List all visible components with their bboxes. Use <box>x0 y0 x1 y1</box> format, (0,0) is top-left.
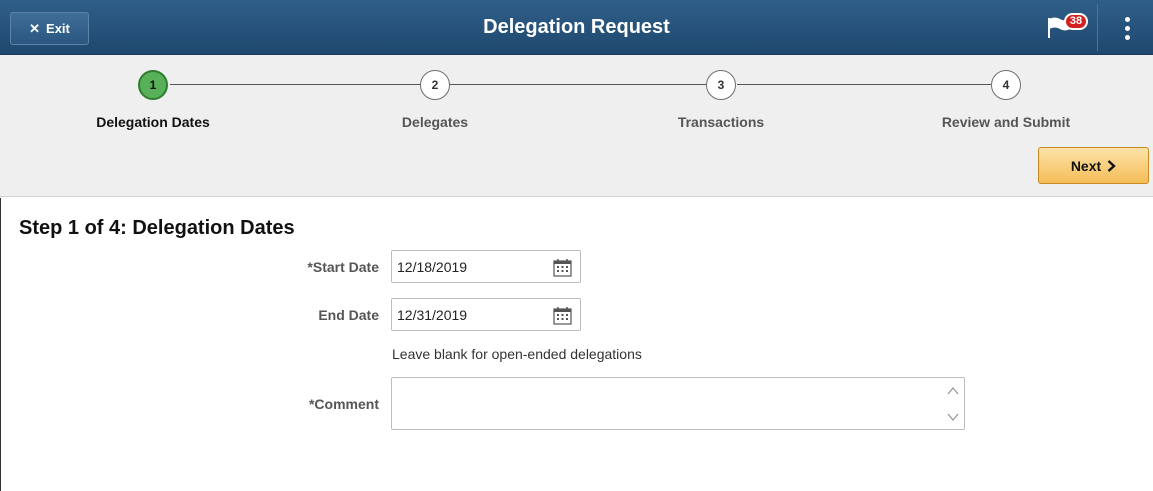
page-header: ✕ Exit Delegation Request 38 <box>0 0 1153 55</box>
step-delegates[interactable]: 2 Delegates <box>335 70 535 130</box>
close-icon: ✕ <box>29 20 41 36</box>
end-date-hint: Leave blank for open-ended delegations <box>392 346 642 362</box>
next-button[interactable]: Next <box>1038 147 1149 184</box>
next-label: Next <box>1070 157 1102 174</box>
scroll-arrows-icon[interactable] <box>946 384 960 424</box>
step-number: 4 <box>991 70 1021 100</box>
calendar-icon[interactable] <box>553 258 572 277</box>
content-edge <box>0 198 1 491</box>
end-date-label: End Date <box>318 307 379 323</box>
step-label: Review and Submit <box>941 114 1071 130</box>
step-label: Delegates <box>401 114 469 130</box>
start-date-input[interactable] <box>392 251 542 282</box>
step-number: 2 <box>420 70 450 100</box>
step-number: 3 <box>706 70 736 100</box>
more-vertical-icon[interactable] <box>1112 12 1142 44</box>
end-date-input[interactable] <box>392 299 542 330</box>
header-divider <box>1097 4 1098 51</box>
exit-label: Exit <box>46 21 70 36</box>
exit-button[interactable]: ✕ Exit <box>10 12 89 45</box>
notifications-button[interactable]: 38 <box>1046 13 1090 45</box>
comment-input[interactable] <box>392 378 942 429</box>
step-transactions[interactable]: 3 Transactions <box>621 70 821 130</box>
step-label: Delegation Dates <box>96 114 210 130</box>
calendar-icon[interactable] <box>553 306 572 325</box>
step-review-and-submit[interactable]: 4 Review and Submit <box>906 70 1106 130</box>
chevron-right-icon <box>1107 159 1116 172</box>
end-date-field <box>391 298 581 331</box>
page-title: Delegation Request <box>483 16 670 38</box>
step-heading: Step 1 of 4: Delegation Dates <box>19 217 295 239</box>
notification-badge: 38 <box>1064 13 1088 30</box>
step-navigator: 1 Delegation Dates 2 Delegates 3 Transac… <box>0 55 1153 197</box>
step-number: 1 <box>138 70 168 100</box>
step-label: Transactions <box>677 114 765 130</box>
comment-label: *Comment <box>308 396 379 412</box>
start-date-label: *Start Date <box>307 259 379 275</box>
step-delegation-dates[interactable]: 1 Delegation Dates <box>53 70 253 130</box>
comment-field <box>391 377 965 430</box>
start-date-field <box>391 250 581 283</box>
